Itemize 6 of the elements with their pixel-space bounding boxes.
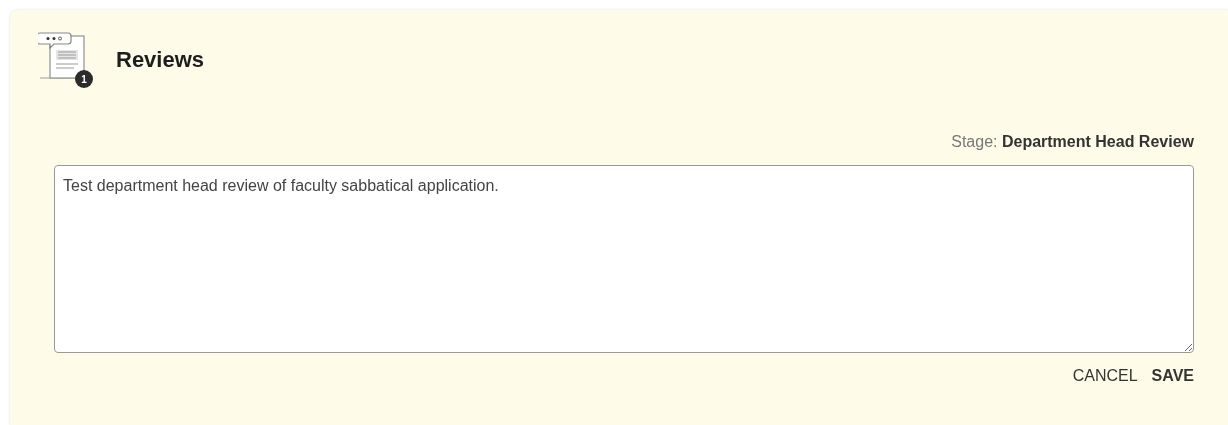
cancel-button[interactable]: CANCEL <box>1072 367 1138 385</box>
review-field[interactable]: Test department head review of faculty sabbatical application. <box>54 165 1194 353</box>
save-button[interactable]: SAVE <box>1151 367 1194 385</box>
notification-count: 1 <box>75 70 93 88</box>
stage-text: Stage: Department Head Review <box>951 133 1194 151</box>
section-title: Reviews <box>116 47 205 73</box>
